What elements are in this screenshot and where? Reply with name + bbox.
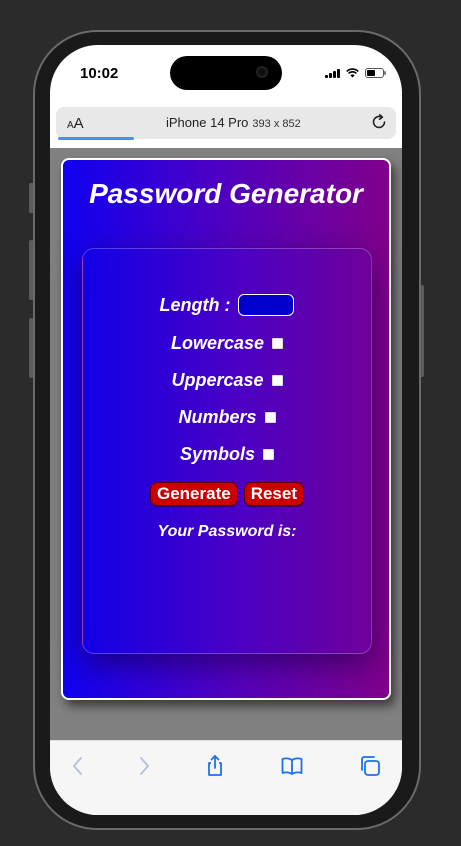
lowercase-checkbox[interactable] — [272, 338, 284, 349]
bookmarks-icon[interactable] — [280, 754, 304, 778]
status-time: 10:02 — [80, 65, 119, 82]
reset-button[interactable]: Reset — [243, 482, 304, 506]
address-bar[interactable]: AA iPhone 14 Pro 393 x 852 — [56, 107, 396, 140]
web-viewport: Password Generator Length : Lowercase Up… — [50, 148, 402, 740]
reload-icon[interactable] — [370, 113, 388, 131]
reader-text-size-button[interactable]: AA — [67, 115, 84, 132]
numbers-row: Numbers — [83, 407, 371, 428]
length-input[interactable] — [238, 294, 295, 316]
generator-card: Password Generator Length : Lowercase Up… — [61, 158, 391, 700]
symbols-label: Symbols — [179, 444, 256, 464]
wifi-icon — [346, 68, 359, 78]
dynamic-island — [170, 56, 282, 90]
device-size: 393 x 852 — [252, 118, 301, 130]
length-label: Length : — [159, 294, 231, 315]
uppercase-row: Uppercase — [83, 370, 371, 391]
generate-button[interactable]: Generate — [149, 482, 238, 506]
lowercase-label: Lowercase — [170, 333, 265, 353]
forward-icon[interactable] — [132, 754, 156, 778]
uppercase-checkbox[interactable] — [271, 375, 283, 386]
status-icons — [325, 68, 386, 78]
share-icon[interactable] — [203, 754, 227, 778]
page-title: Password Generator — [89, 178, 363, 209]
generator-form: Length : Lowercase Uppercase Numbers Sym… — [82, 248, 372, 654]
device-label: iPhone 14 Pro 393 x 852 — [166, 115, 301, 130]
browser-toolbar — [50, 740, 402, 815]
device-name: iPhone 14 Pro — [166, 115, 249, 130]
battery-icon — [365, 68, 386, 78]
symbols-row: Symbols — [83, 444, 371, 465]
uppercase-label: Uppercase — [171, 370, 264, 390]
lowercase-row: Lowercase — [83, 333, 371, 354]
output-label: Your Password is: — [157, 523, 297, 540]
page-load-progress — [58, 137, 134, 140]
symbols-checkbox[interactable] — [263, 449, 275, 460]
device-stage: 10:02 AA iPhone 14 Pro 393 x 852 Passwor… — [0, 0, 461, 846]
camera-icon — [256, 66, 268, 78]
numbers-checkbox[interactable] — [264, 412, 276, 423]
phone-screen: 10:02 AA iPhone 14 Pro 393 x 852 Passwor… — [50, 45, 402, 815]
actions-row: Generate Reset — [83, 482, 371, 506]
cellular-signal-icon — [325, 68, 340, 78]
numbers-label: Numbers — [178, 407, 257, 427]
length-row: Length : — [83, 294, 371, 316]
back-icon[interactable] — [66, 754, 90, 778]
tabs-icon[interactable] — [358, 754, 382, 778]
